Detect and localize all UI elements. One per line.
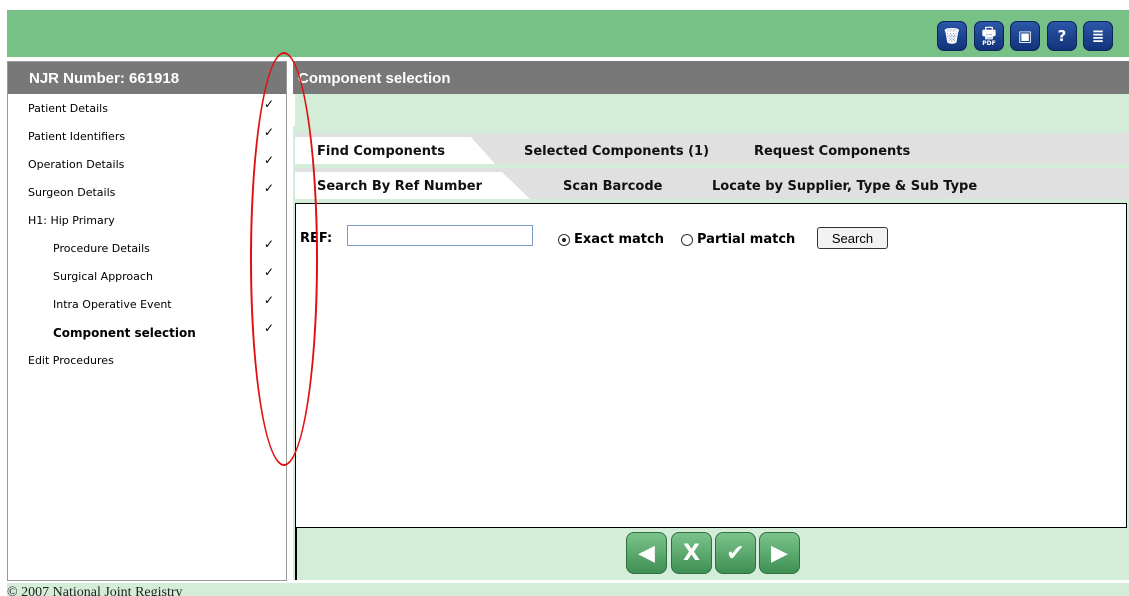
pdf-label: PDF: [982, 39, 996, 47]
search-button[interactable]: Search: [817, 227, 888, 249]
search-method-tabs: Search By Ref Number Scan Barcode Locate…: [295, 168, 1129, 199]
cancel-button[interactable]: X: [671, 532, 712, 574]
sidebar-item-label: Operation Details: [28, 158, 125, 171]
sidebar-item-label: Edit Procedures: [28, 354, 114, 367]
sidebar: NJR Number: 661918 Patient Details ✓ Pati…: [7, 61, 287, 581]
cancel-icon: X: [683, 540, 700, 566]
trash-icon[interactable]: 🗑: [937, 21, 967, 51]
sidebar-item-procedure-details[interactable]: Procedure Details ✓: [8, 234, 286, 262]
partial-match-label: Partial match: [697, 232, 796, 247]
sidebar-item-hip-primary[interactable]: H1: Hip Primary: [8, 206, 286, 234]
next-button[interactable]: ▶: [759, 532, 800, 574]
sidebar-item-label: Surgeon Details: [28, 186, 116, 199]
top-toolbar: 🗑 🖶 PDF ▣ ? ≣: [7, 10, 1129, 57]
sidebar-item-patient-details[interactable]: Patient Details ✓: [8, 94, 286, 122]
search-panel: REF: Exact match Partial match Search: [295, 203, 1127, 528]
tab-selected-components[interactable]: Selected Components (1): [524, 137, 709, 164]
njr-number-title: NJR Number: 661918: [8, 62, 286, 94]
previous-icon: ◀: [638, 540, 655, 566]
save-glyph: ▣: [1017, 27, 1033, 45]
tab-locate-by-supplier[interactable]: Locate by Supplier, Type & Sub Type: [712, 172, 977, 199]
sidebar-item-label: Intra Operative Event: [53, 298, 172, 311]
sidebar-item-intra-operative-event[interactable]: Intra Operative Event ✓: [8, 290, 286, 318]
tab-find-components[interactable]: Find Components: [295, 137, 495, 164]
footer: © 2007 National Joint Registry: [7, 583, 1129, 596]
sidebar-item-label: Procedure Details: [53, 242, 150, 255]
page-title: Component selection: [293, 61, 1129, 94]
save-icon[interactable]: ▣: [1010, 21, 1040, 51]
sidebar-item-label: Patient Identifiers: [28, 130, 126, 143]
exact-match-radio[interactable]: [558, 234, 570, 246]
help-icon[interactable]: ?: [1047, 21, 1077, 51]
tab-scan-barcode[interactable]: Scan Barcode: [563, 172, 662, 199]
divider: [295, 528, 297, 580]
component-tabs: Find Components Selected Components (1) …: [295, 133, 1129, 164]
pdf-print-icon[interactable]: 🖶 PDF: [974, 21, 1004, 51]
next-icon: ▶: [771, 540, 788, 566]
sidebar-item-surgical-approach[interactable]: Surgical Approach ✓: [8, 262, 286, 290]
confirm-button[interactable]: ✔: [715, 532, 756, 574]
sidebar-item-surgeon-details[interactable]: Surgeon Details ✓: [8, 178, 286, 206]
ref-input[interactable]: [347, 225, 533, 246]
exact-match-label: Exact match: [574, 232, 664, 247]
tab-request-components[interactable]: Request Components: [754, 137, 910, 164]
previous-button[interactable]: ◀: [626, 532, 667, 574]
print-glyph: 🖶: [981, 23, 997, 42]
sidebar-item-label: Component selection: [53, 326, 196, 340]
sidebar-item-component-selection[interactable]: Component selection ✓: [8, 318, 286, 346]
sidebar-item-label: Surgical Approach: [53, 270, 153, 283]
notes-glyph: ≣: [1091, 27, 1105, 45]
check-icon: ✔: [726, 540, 745, 566]
sidebar-item-edit-procedures[interactable]: Edit Procedures: [8, 346, 286, 374]
notes-icon[interactable]: ≣: [1083, 21, 1113, 51]
annotation-ellipse: [250, 52, 318, 466]
sidebar-item-label: H1: Hip Primary: [28, 214, 115, 227]
copyright-text: © 2007 National Joint Registry: [7, 585, 183, 596]
help-glyph: ?: [1057, 27, 1067, 45]
partial-match-radio[interactable]: [681, 234, 693, 246]
sidebar-item-label: Patient Details: [28, 102, 108, 115]
sidebar-item-operation-details[interactable]: Operation Details ✓: [8, 150, 286, 178]
trash-glyph: 🗑: [942, 27, 962, 45]
tab-search-by-ref[interactable]: Search By Ref Number: [295, 172, 530, 199]
sidebar-item-patient-identifiers[interactable]: Patient Identifiers ✓: [8, 122, 286, 150]
